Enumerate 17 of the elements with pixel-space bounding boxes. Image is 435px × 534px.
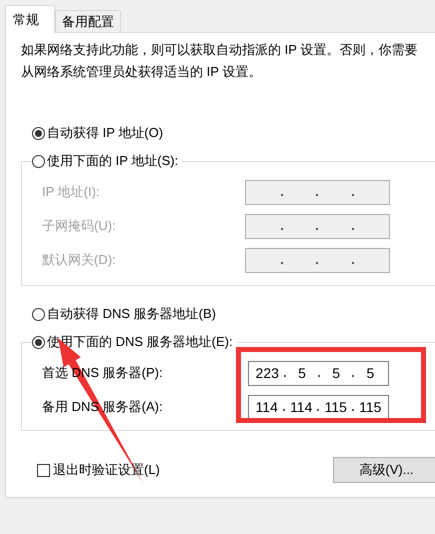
tab[interactable]: 常规 xyxy=(5,5,55,33)
field-label: 默认网关(D): xyxy=(42,251,117,270)
radio-label: 使用下面的 IP 地址(S): xyxy=(47,152,178,170)
radio-button[interactable] xyxy=(32,154,45,168)
field-label: 子网掩码(U): xyxy=(42,217,117,236)
advanced-button[interactable]: 高级(V)... xyxy=(333,457,435,483)
field-label: IP 地址(I): xyxy=(42,183,101,202)
tab[interactable]: 备用配置 xyxy=(55,10,121,32)
radio-label: 自动获得 IP 地址(O) xyxy=(47,124,164,142)
radio-button[interactable] xyxy=(32,336,45,348)
radio-button[interactable] xyxy=(32,126,45,140)
checkbox[interactable] xyxy=(37,464,50,476)
input-field[interactable]: 223 5 5 5 xyxy=(248,360,389,386)
description-text: 如果网络支持此功能，则可以获取自动指派的 IP 设置。否则，你需要从网络系统管理员处获得适当的 IP 设置。 xyxy=(21,41,418,81)
input-field[interactable]: 114 114 115 115 xyxy=(248,394,389,420)
radio-label: 自动获得 DNS 服务器地址(B) xyxy=(47,305,216,324)
radio-button[interactable] xyxy=(32,308,45,320)
